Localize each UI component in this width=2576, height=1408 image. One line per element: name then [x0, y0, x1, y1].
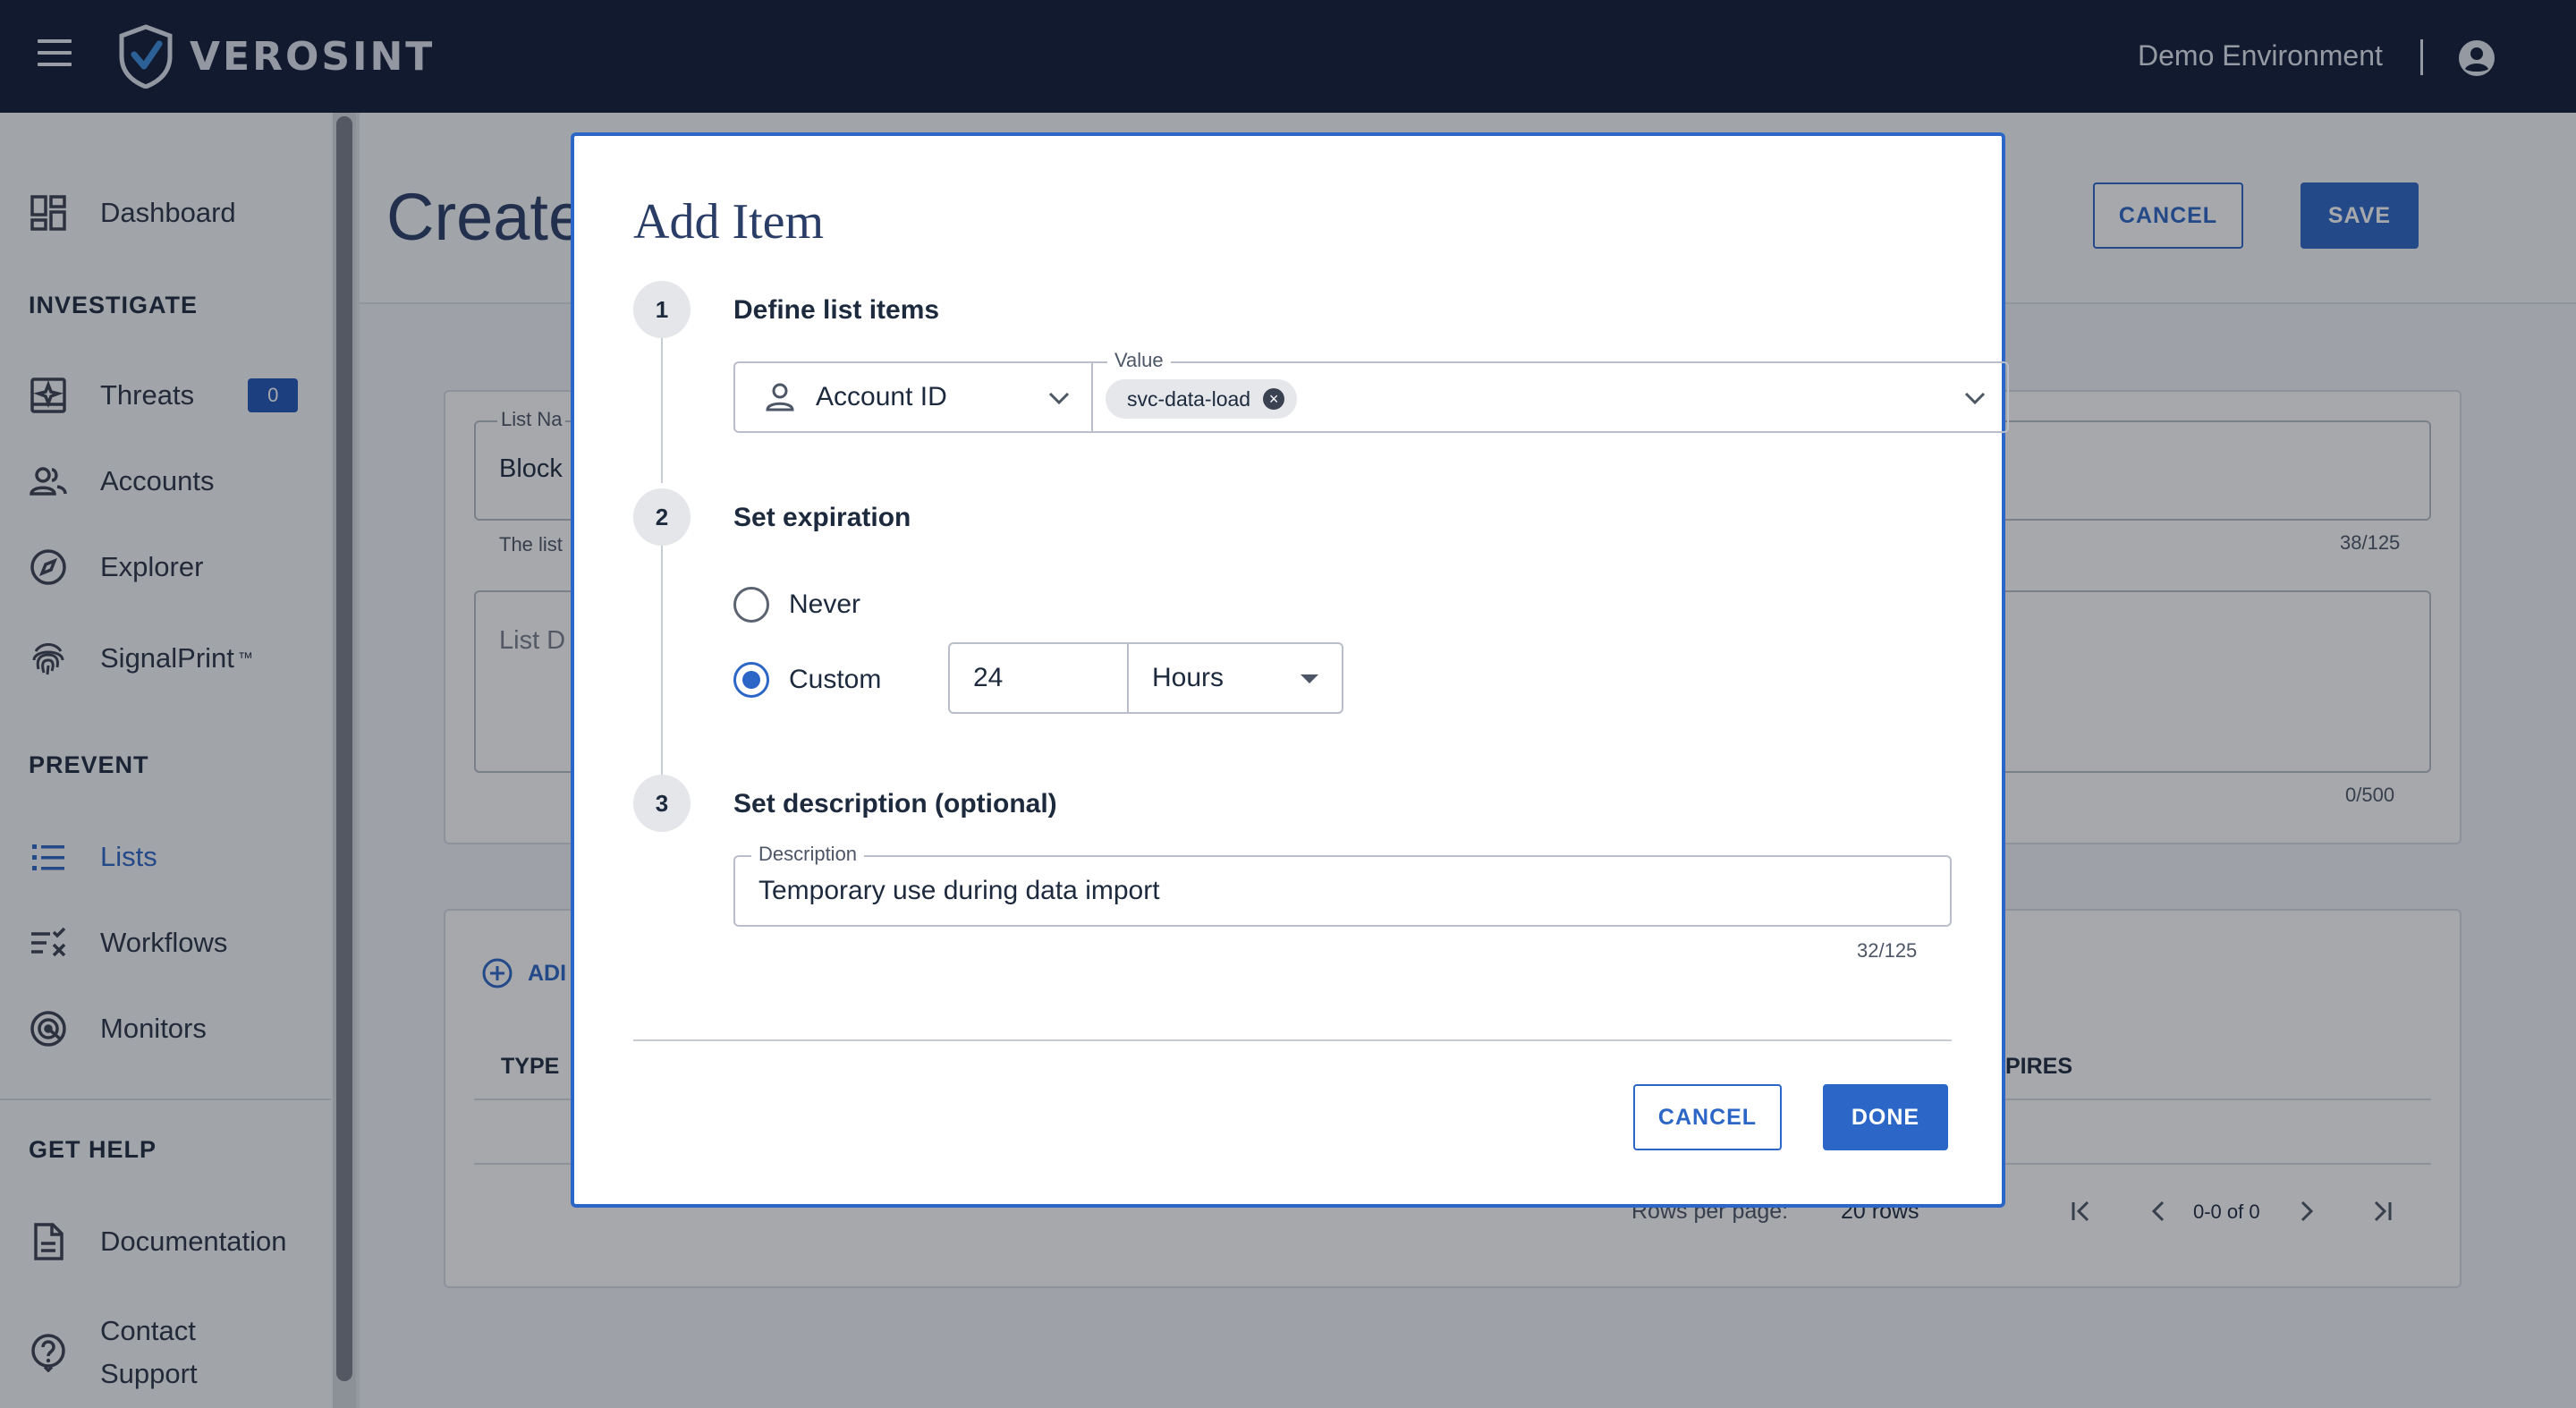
dialog-title: Add Item	[633, 194, 825, 250]
description-counter: 32/125	[1857, 939, 1918, 962]
caret-down-icon	[1301, 674, 1318, 683]
dialog-done-button[interactable]: DONE	[1823, 1084, 1948, 1150]
custom-radio[interactable]	[733, 662, 769, 698]
custom-amount-input[interactable]: 24	[948, 642, 1129, 714]
value-field-label: Value	[1107, 349, 1171, 372]
expiration-custom-option[interactable]: Custom	[733, 662, 881, 698]
custom-unit-value: Hours	[1152, 663, 1224, 692]
add-item-dialog: Add Item 1 Define list items Account ID …	[571, 132, 2009, 1208]
step-3-title: Set description (optional)	[733, 789, 1057, 819]
chevron-down-icon[interactable]	[1962, 388, 1987, 410]
expiration-never-option[interactable]: Never	[733, 587, 860, 623]
dialog-cancel-button[interactable]: CANCEL	[1633, 1084, 1782, 1150]
item-type-select[interactable]: Account ID	[733, 361, 1093, 433]
step-1-title: Define list items	[733, 295, 940, 325]
step-2-indicator: 2	[633, 488, 691, 546]
value-chip-label: svc-data-load	[1127, 386, 1251, 411]
description-value: Temporary use during data import	[758, 876, 1160, 905]
chip-remove-icon[interactable]: ×	[1263, 388, 1285, 410]
step-2-title: Set expiration	[733, 503, 911, 532]
custom-unit-select[interactable]: Hours	[1127, 642, 1343, 714]
description-label: Description	[751, 843, 865, 866]
never-label: Never	[789, 589, 861, 619]
never-radio[interactable]	[733, 587, 769, 623]
step-connector	[661, 338, 663, 483]
item-type-value: Account ID	[816, 382, 947, 411]
step-1-indicator: 1	[633, 281, 691, 338]
chevron-down-icon	[1048, 392, 1070, 405]
step-connector	[661, 546, 663, 780]
step-3-indicator: 3	[633, 775, 691, 832]
dialog-footer-divider	[633, 1039, 1952, 1041]
person-icon	[766, 383, 794, 411]
description-input[interactable]: Description Temporary use during data im…	[733, 843, 1952, 927]
value-field[interactable]: Value svc-data-load ×	[1091, 349, 2009, 433]
custom-label: Custom	[789, 665, 882, 694]
value-chip: svc-data-load ×	[1106, 379, 1298, 419]
